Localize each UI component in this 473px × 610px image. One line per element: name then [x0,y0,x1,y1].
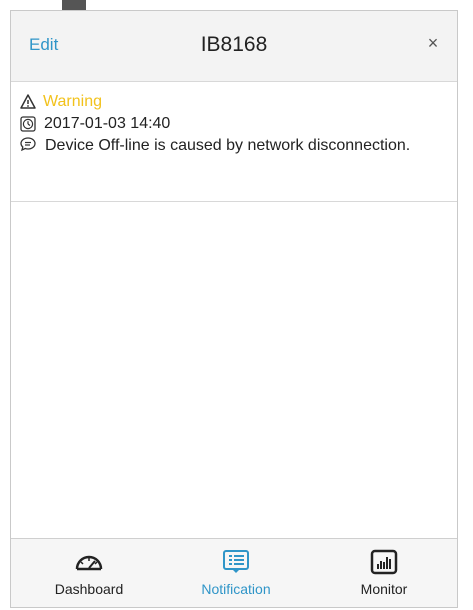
notification-panel: Edit IB8168 × Warning 2017-01-03 14:40 D… [10,10,458,608]
tab-dashboard-label: Dashboard [54,581,124,597]
tab-notification[interactable]: Notification [176,549,296,597]
bar-chart-icon [370,549,398,575]
close-button[interactable]: × [421,33,445,57]
clock-icon [20,116,36,132]
tab-monitor[interactable]: Monitor [324,549,444,597]
warning-icon [20,94,36,109]
panel-header: Edit IB8168 × [11,11,457,82]
notification-timestamp: 2017-01-03 14:40 [44,115,171,132]
warning-level-label: Warning [43,93,102,110]
notification-message: Device Off-line is caused by network dis… [45,137,411,154]
bottom-tab-bar: Dashboard Notification Monitor [11,538,457,607]
notification-item[interactable]: Warning 2017-01-03 14:40 Device Off-line… [11,81,457,202]
tab-notification-label: Notification [201,581,271,597]
window-top-stub [62,0,86,10]
notification-list-icon [223,550,249,573]
tab-dashboard[interactable]: Dashboard [29,549,149,597]
notification-time-row: 2017-01-03 14:40 [19,113,449,135]
speedometer-icon [75,555,103,571]
notification-message-row: Device Off-line is caused by network dis… [19,135,449,157]
notification-level-row: Warning [19,91,449,113]
page-title: IB8168 [200,33,268,56]
message-bubble-icon [20,137,36,152]
close-icon: × [427,33,439,53]
tab-monitor-label: Monitor [360,581,408,597]
